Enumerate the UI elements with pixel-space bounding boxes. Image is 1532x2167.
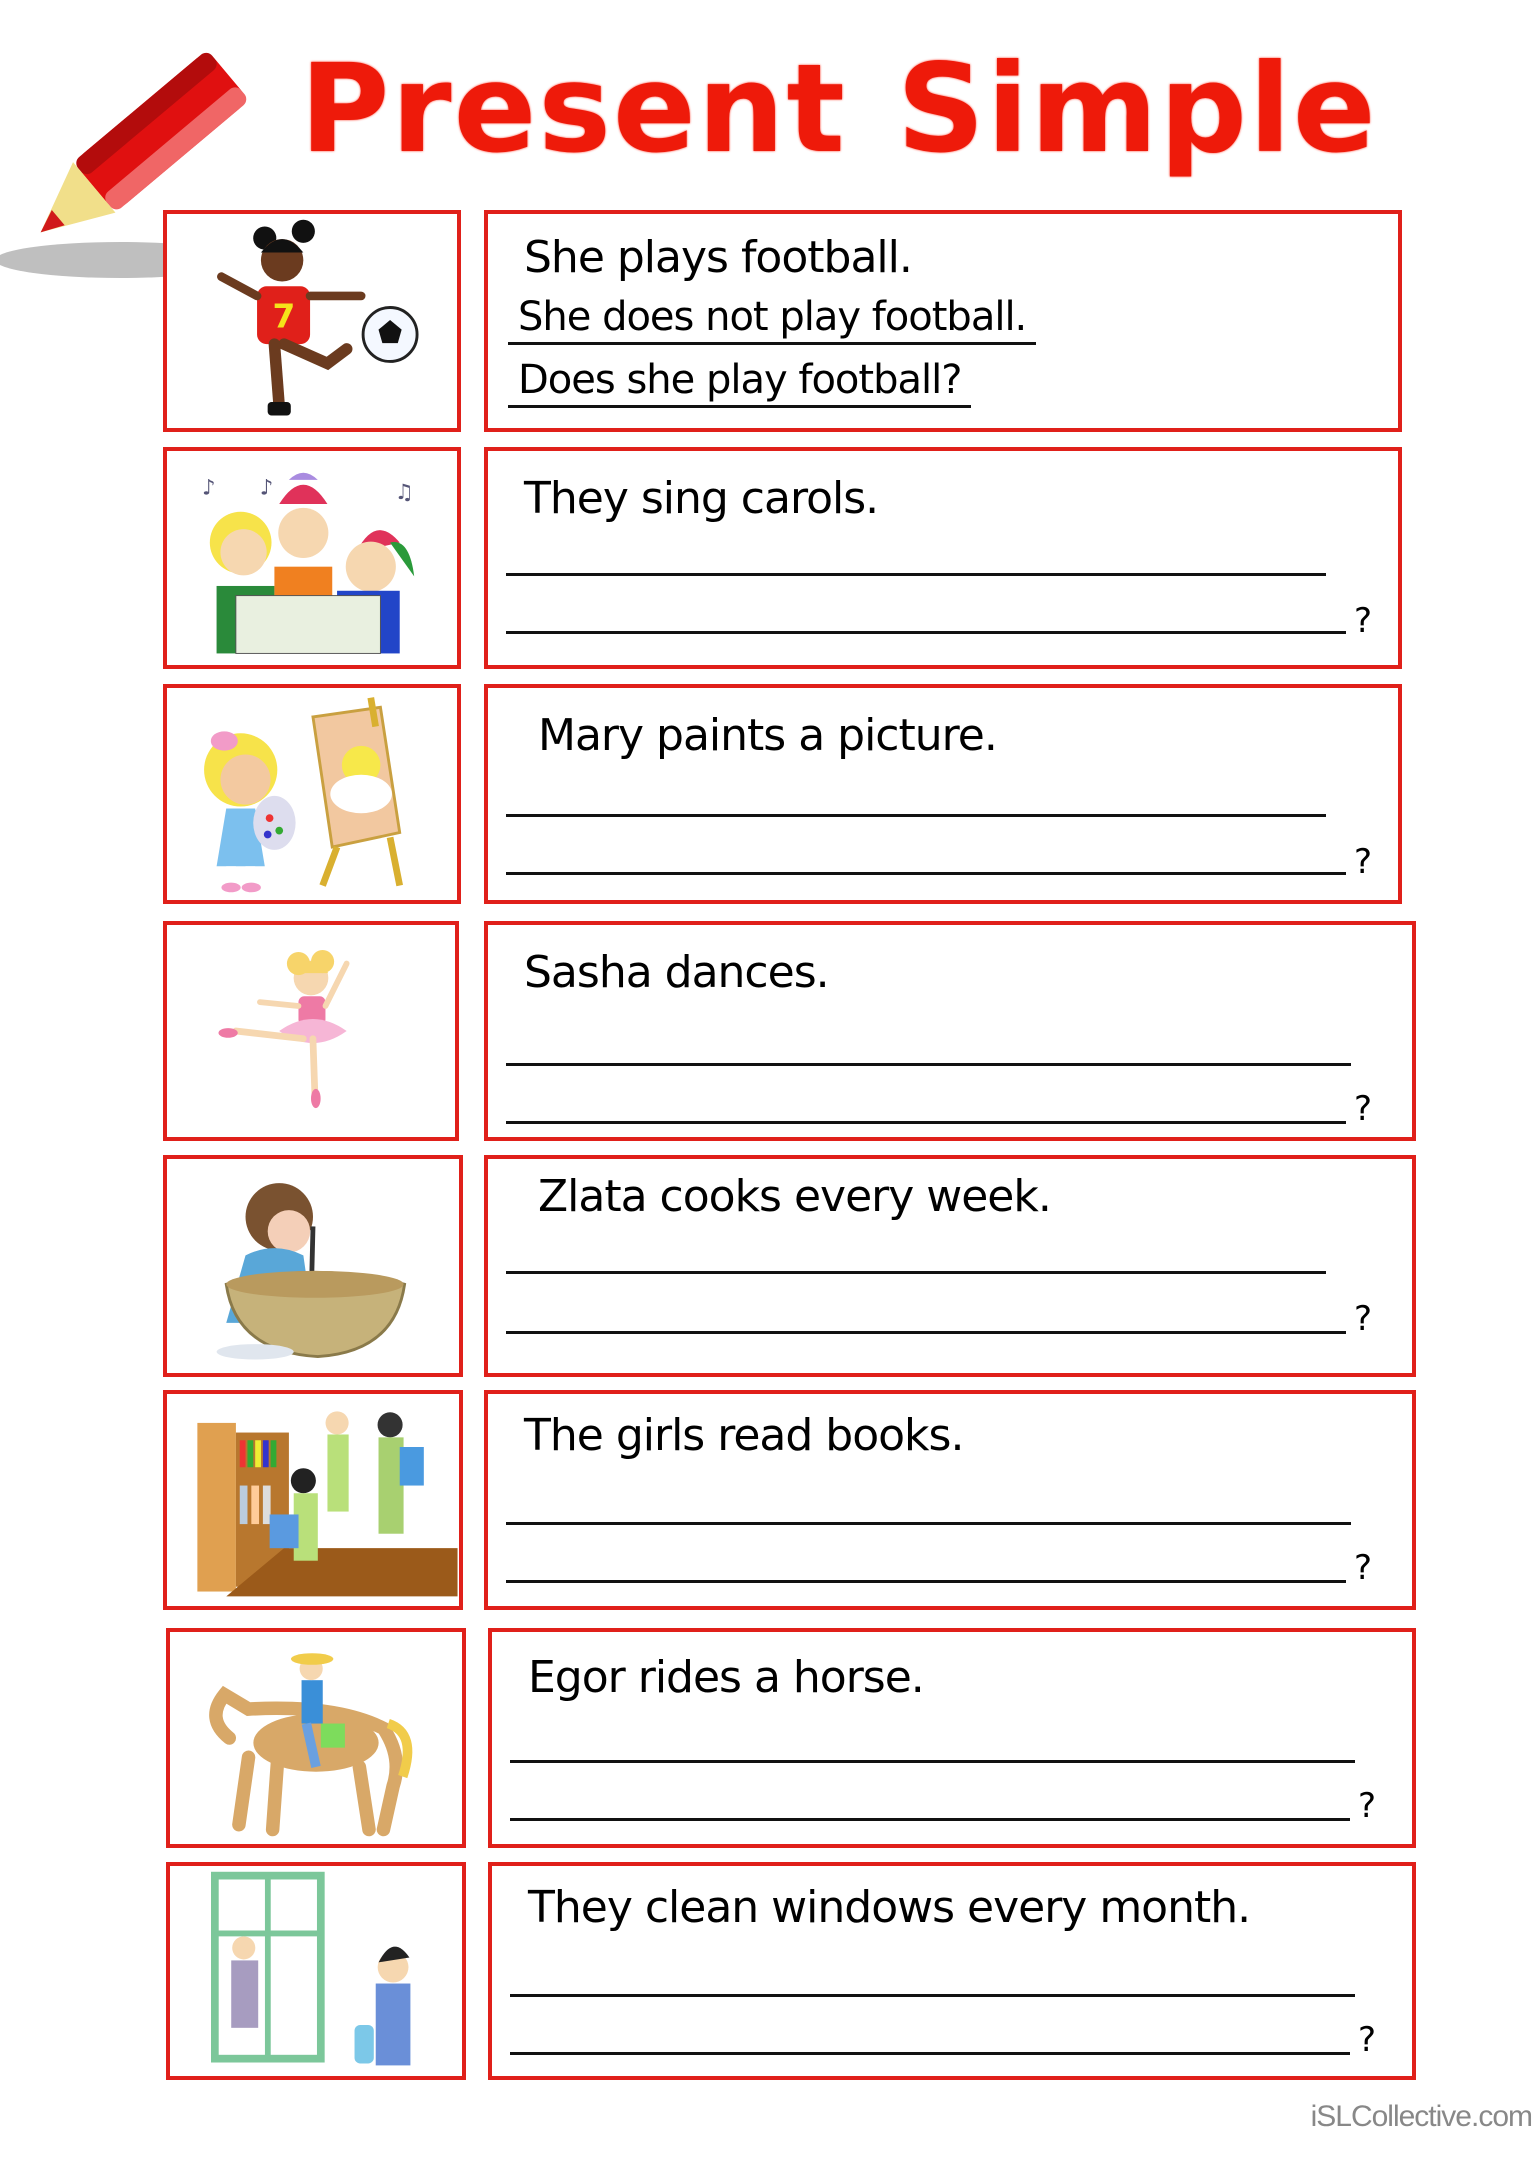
negative-answer-line[interactable] xyxy=(510,1760,1355,1763)
negative-answer-line[interactable] xyxy=(506,1522,1351,1525)
people-cleaning-window-icon xyxy=(211,1871,411,2066)
given-sentence: Egor rides a horse. xyxy=(528,1652,925,1703)
picture-frame xyxy=(163,1390,463,1610)
question-mark: ? xyxy=(1354,601,1373,641)
picture-frame xyxy=(163,1155,463,1377)
question-answer-line[interactable] xyxy=(506,1331,1346,1334)
question-mark: ? xyxy=(1358,1786,1377,1826)
ballerina-icon xyxy=(218,950,350,1109)
example-question-answer: Does she play football? xyxy=(508,357,972,408)
sentence-box: Mary paints a picture. ? xyxy=(484,684,1402,904)
question-answer-line[interactable] xyxy=(506,872,1346,875)
sentence-box: They clean windows every month. ? xyxy=(488,1862,1416,2080)
question-mark: ? xyxy=(1354,1089,1373,1129)
given-sentence: Zlata cooks every week. xyxy=(538,1171,1052,1222)
given-sentence: They clean windows every month. xyxy=(528,1882,1251,1933)
sentence-box: They sing carols. ? xyxy=(484,447,1402,669)
exercise-row: ♪ ♪ ♫ They sing carols. ? xyxy=(0,447,1532,669)
picture-frame xyxy=(163,684,461,904)
question-answer-line[interactable] xyxy=(506,1121,1346,1124)
question-answer-line[interactable] xyxy=(510,2052,1350,2055)
picture-frame xyxy=(163,921,459,1141)
title-word-simple: Simple xyxy=(896,38,1378,180)
example-sentence: She plays football. xyxy=(524,232,913,283)
carol-singers-icon: ♪ ♪ ♫ xyxy=(202,472,415,654)
svg-text:♫: ♫ xyxy=(395,479,414,504)
negative-answer-line[interactable] xyxy=(510,1994,1355,1997)
girl-mixing-bowl-icon xyxy=(216,1183,407,1360)
sentence-box: Egor rides a horse. ? xyxy=(488,1628,1416,1848)
question-mark: ? xyxy=(1354,1299,1373,1339)
exercise-row: Mary paints a picture. ? xyxy=(0,684,1532,904)
sentence-box: Sasha dances. ? xyxy=(484,921,1416,1141)
svg-text:7: 7 xyxy=(272,298,295,336)
given-sentence: The girls read books. xyxy=(524,1410,964,1461)
negative-answer-line[interactable] xyxy=(506,814,1326,817)
example-sentence-box: She plays football. She does not play fo… xyxy=(484,210,1402,432)
exercise-row: Egor rides a horse. ? xyxy=(0,1628,1532,1848)
negative-answer-line[interactable] xyxy=(506,573,1326,576)
football-girl-icon: 7 xyxy=(217,219,419,416)
sentence-box: Zlata cooks every week. ? xyxy=(484,1155,1416,1377)
exercise-row: The girls read books. ? xyxy=(0,1390,1532,1610)
sentence-box: The girls read books. ? xyxy=(484,1390,1416,1610)
example-picture-frame: 7 xyxy=(163,210,461,432)
negative-answer-line[interactable] xyxy=(506,1063,1351,1066)
title-word-present: Present xyxy=(300,38,847,180)
given-sentence: Sasha dances. xyxy=(524,947,830,998)
question-answer-line[interactable] xyxy=(506,631,1346,634)
exercise-row: Sasha dances. ? xyxy=(0,921,1532,1141)
exercise-row: Zlata cooks every week. ? xyxy=(0,1155,1532,1377)
example-negative-answer: She does not play football. xyxy=(508,294,1037,345)
page-title: Present Simple xyxy=(300,48,1378,170)
watermark: iSLCollective.com xyxy=(1310,2100,1532,2133)
given-sentence: Mary paints a picture. xyxy=(538,710,998,761)
picture-frame xyxy=(166,1862,466,2080)
question-answer-line[interactable] xyxy=(510,1818,1350,1821)
exercise-row: They clean windows every month. ? xyxy=(0,1862,1532,2080)
picture-frame: ♪ ♪ ♫ xyxy=(163,447,461,669)
svg-text:♪: ♪ xyxy=(202,474,216,499)
example-row: 7 She plays football. She does not play … xyxy=(0,210,1532,432)
cowboy-on-horse-icon xyxy=(209,1653,413,1837)
negative-answer-line[interactable] xyxy=(506,1271,1326,1274)
question-mark: ? xyxy=(1354,842,1373,882)
svg-text:♪: ♪ xyxy=(260,474,274,499)
given-sentence: They sing carols. xyxy=(524,473,879,524)
question-mark: ? xyxy=(1354,1548,1373,1588)
picture-frame xyxy=(166,1628,466,1848)
question-answer-line[interactable] xyxy=(506,1580,1346,1583)
girls-reading-books-icon xyxy=(197,1411,458,1597)
girl-painting-icon xyxy=(204,697,403,893)
question-mark: ? xyxy=(1358,2020,1377,2060)
